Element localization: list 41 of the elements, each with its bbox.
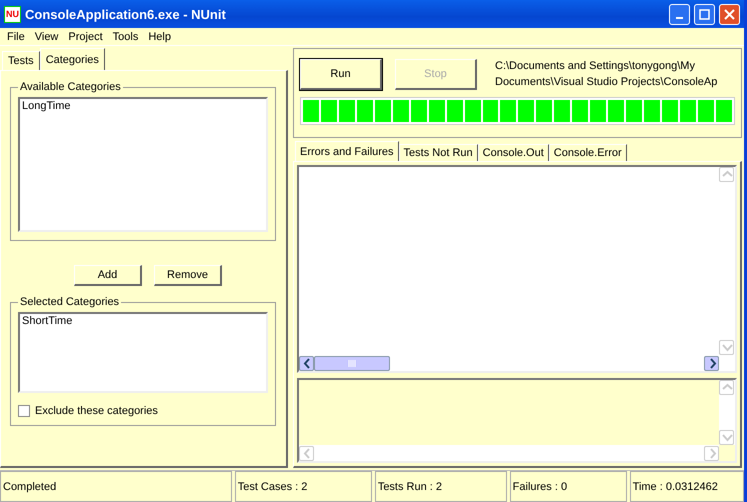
tab[interactable]: Console.Error <box>548 144 627 161</box>
checkbox[interactable] <box>18 405 30 417</box>
minimize-button[interactable] <box>669 4 690 24</box>
group-label: Selected Categories <box>19 296 120 308</box>
tab[interactable]: Tests <box>2 51 40 70</box>
close-icon <box>724 8 735 20</box>
project-path: C:\Documents and Settings\tonygong\My Documents\Visual Studio Projects\ConsoleAp <box>495 59 718 90</box>
status-field: Failures : 0 <box>510 471 627 502</box>
scroll-thumb[interactable] <box>314 356 390 370</box>
menu-item[interactable]: File <box>2 30 30 42</box>
vertical-scrollbar[interactable] <box>719 167 735 355</box>
horizontal-scrollbar[interactable] <box>299 355 719 371</box>
menu-item[interactable]: Tools <box>108 30 144 42</box>
status-field: Completed <box>0 471 232 502</box>
remove-button[interactable]: Remove <box>154 265 222 286</box>
category-list[interactable]: ShortTime <box>18 312 268 393</box>
vertical-scrollbar[interactable] <box>719 380 735 445</box>
list-item[interactable]: LongTime <box>22 100 264 112</box>
checkbox-label: Exclude these categories <box>35 405 158 417</box>
tab[interactable]: Console.Out <box>478 144 549 161</box>
menu-item[interactable]: View <box>30 30 64 42</box>
tab[interactable]: Errors and Failures <box>295 141 399 161</box>
status-field: Tests Run : 2 <box>374 471 507 502</box>
category-list[interactable]: LongTime <box>18 97 268 232</box>
tab[interactable]: Categories <box>40 48 105 70</box>
app-icon: NU <box>4 6 21 22</box>
tab[interactable]: Tests Not Run <box>398 144 478 161</box>
run-button[interactable]: Run <box>300 58 382 90</box>
minimize-icon <box>676 16 683 18</box>
maximize-icon <box>699 8 710 20</box>
close-button[interactable] <box>719 4 740 24</box>
status-field: Time : 0.0312462 <box>630 471 744 502</box>
add-button[interactable]: Add <box>74 265 142 286</box>
horizontal-scrollbar[interactable] <box>299 445 719 461</box>
group-label: Available Categories <box>19 81 122 93</box>
maximize-button[interactable] <box>694 4 715 24</box>
window-title: ConsoleApplication6.exe - NUnit <box>25 6 227 22</box>
status-field: Test Cases : 2 <box>234 471 372 502</box>
menu-item[interactable]: Help <box>143 30 176 42</box>
list-item[interactable]: ShortTime <box>22 315 264 327</box>
menu-item[interactable]: Project <box>63 30 108 42</box>
